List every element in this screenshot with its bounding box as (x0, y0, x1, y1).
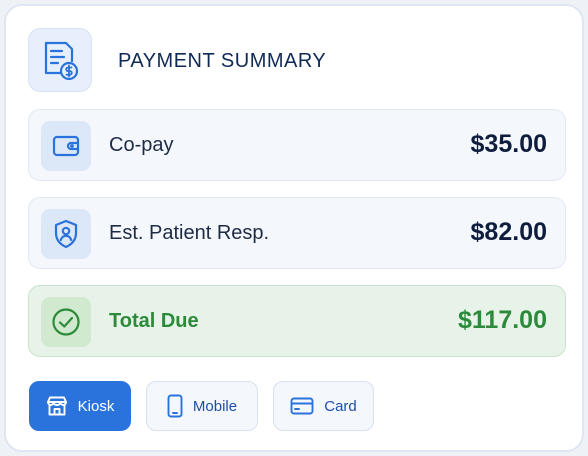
page-title: PAYMENT SUMMARY (118, 50, 327, 72)
card-label: Card (324, 397, 357, 415)
kiosk-label: Kiosk (77, 397, 115, 415)
card-button[interactable]: Card (273, 381, 374, 431)
total-due-amount: $117.00 (458, 306, 547, 334)
receipt-dollar-icon (28, 28, 92, 92)
check-circle-icon (41, 297, 91, 347)
copay-row: Co-pay $35.00 (28, 109, 566, 181)
phone-icon (167, 394, 183, 418)
patient-responsibility-label: Est. Patient Resp. (109, 222, 270, 244)
copay-amount: $35.00 (470, 130, 547, 158)
mobile-button[interactable]: Mobile (146, 381, 258, 431)
mobile-label: Mobile (192, 397, 238, 415)
header: PAYMENT SUMMARY (28, 28, 568, 94)
total-due-row: Total Due $117.00 (28, 285, 566, 357)
kiosk-button[interactable]: Kiosk (29, 381, 131, 431)
copay-label: Co-pay (109, 134, 174, 156)
patient-responsibility-amount: $82.00 (470, 218, 547, 246)
payment-summary-card: PAYMENT SUMMARY Co-pay $35.00 Est. Patie… (4, 4, 584, 452)
total-due-label: Total Due (109, 310, 199, 332)
patient-responsibility-row: Est. Patient Resp. $82.00 (28, 197, 566, 269)
credit-card-icon (290, 397, 314, 415)
store-icon (46, 396, 68, 416)
wallet-icon (41, 121, 91, 171)
shield-user-icon (41, 209, 91, 259)
